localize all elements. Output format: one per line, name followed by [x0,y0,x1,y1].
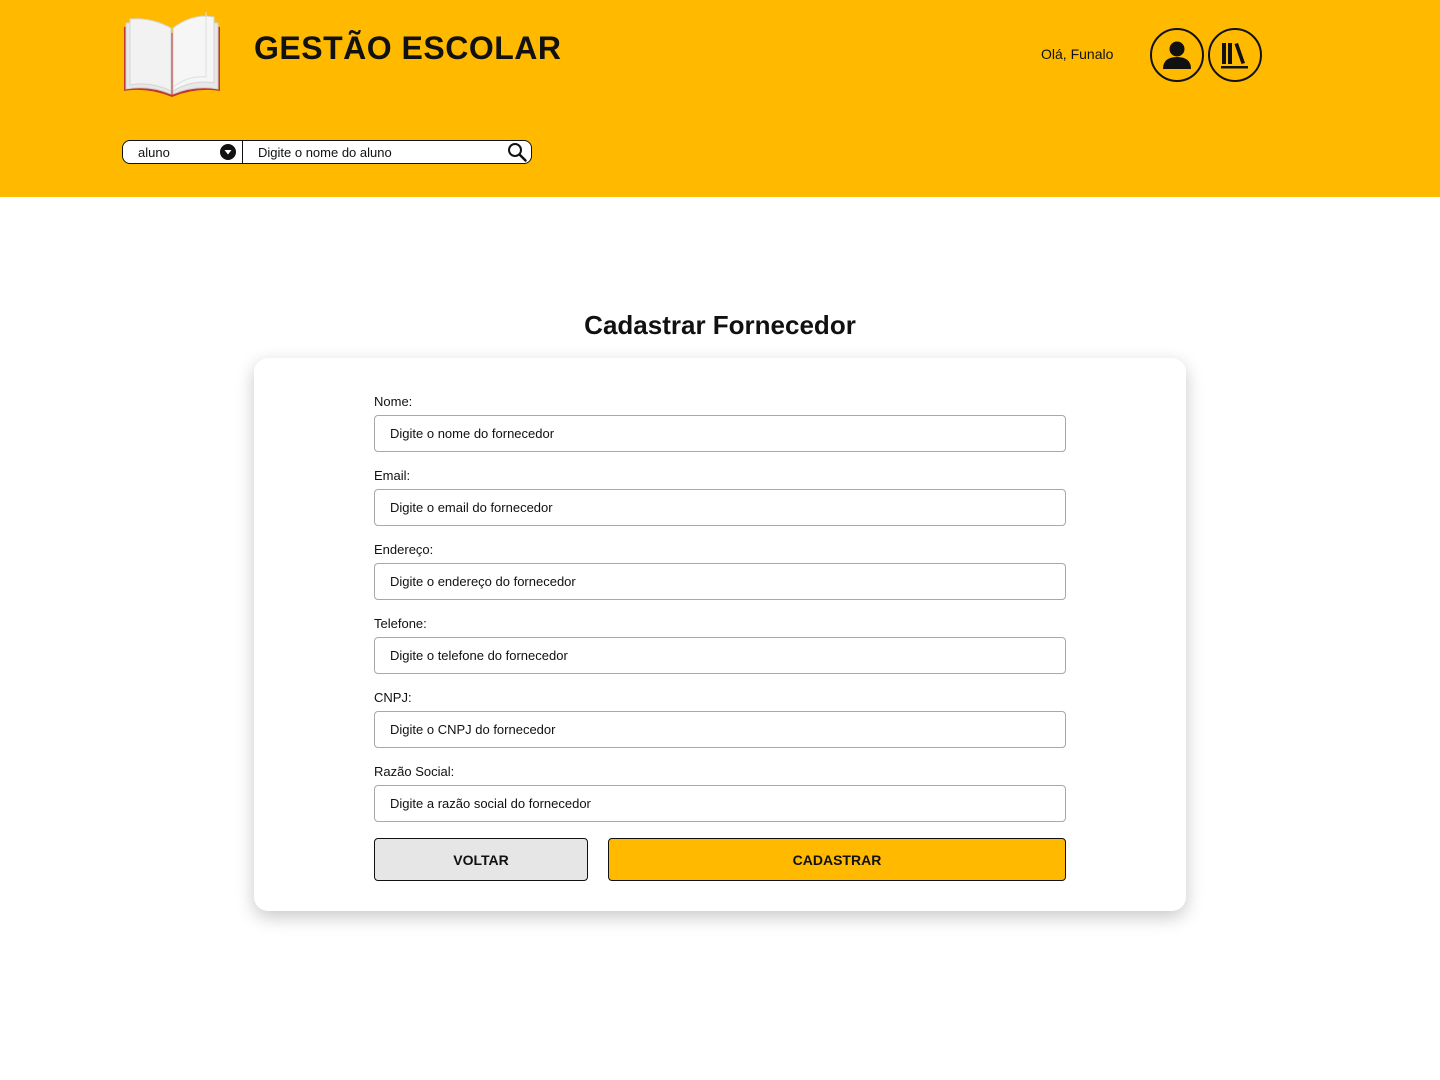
company-name-field[interactable] [374,785,1066,822]
back-button[interactable]: VOLTAR [374,838,588,881]
user-greeting: Olá, Funalo [1041,46,1114,62]
name-label: Nome: [374,394,413,409]
page-title: Cadastrar Fornecedor [584,310,856,340]
address-field[interactable] [374,563,1066,600]
user-icon [1163,41,1191,69]
email-label: Email: [374,468,411,483]
cnpj-label: CNPJ: [374,690,412,705]
search-type-select[interactable]: aluno [123,141,243,163]
phone-label: Telefone: [374,616,427,631]
address-label: Endereço: [374,542,434,557]
cnpj-field[interactable] [374,711,1066,748]
company-name-label: Razão Social: [374,764,455,779]
search-bar: aluno [122,140,532,164]
open-book-icon [122,11,222,99]
search-input[interactable] [243,141,503,163]
app-title: GESTÃO ESCOLAR [254,30,562,66]
library-button[interactable] [1208,28,1262,82]
header-bar: GESTÃO ESCOLAR Olá, Funalo aluno [0,0,1440,197]
submit-button[interactable]: CADASTRAR [608,838,1066,881]
chevron-down-icon [220,144,236,160]
phone-field[interactable] [374,637,1066,674]
supplier-form-card: Nome: Email: Endereço: Telefone: CNPJ: R… [254,358,1186,911]
search-type-value: aluno [138,144,170,160]
books-icon [1221,43,1248,69]
profile-button[interactable] [1150,28,1204,82]
email-field[interactable] [374,489,1066,526]
search-icon[interactable] [503,141,531,163]
name-field[interactable] [374,415,1066,452]
